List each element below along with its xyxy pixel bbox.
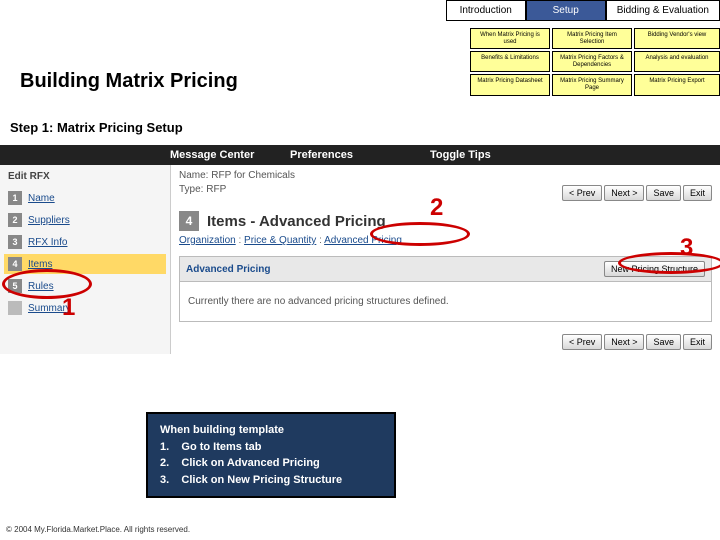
- step-heading: Step 1: Matrix Pricing Setup: [10, 120, 183, 135]
- panel-title: Advanced Pricing: [186, 264, 270, 275]
- instruction-1: 1. Go to Items tab: [160, 439, 382, 456]
- left-nav: Edit RFX 1 Name 2 Suppliers 3 RFX Info 4 Ite…: [0, 165, 170, 354]
- header-toggle-tips[interactable]: Toggle Tips: [430, 149, 491, 161]
- save-button[interactable]: Save: [646, 185, 681, 201]
- breadcrumb: Organization : Price & Quantity : Advanc…: [179, 235, 712, 246]
- section-num: 4: [179, 211, 199, 231]
- nav-num: 3: [8, 235, 22, 249]
- instruction-box: When building template 1. Go to Items ta…: [146, 412, 396, 498]
- instruction-3: 3. Click on New Pricing Structure: [160, 472, 382, 489]
- nav-name[interactable]: 1 Name: [4, 188, 166, 208]
- subcell[interactable]: Matrix Pricing Datasheet: [470, 74, 550, 95]
- subcell[interactable]: Benefits & Limitations: [470, 51, 550, 72]
- nav-suppliers[interactable]: 2 Suppliers: [4, 210, 166, 230]
- callout-num-2: 2: [430, 194, 443, 222]
- type-label: Type:: [179, 184, 203, 195]
- nav-link: Items: [28, 259, 52, 270]
- nav-num: 5: [8, 279, 22, 293]
- panel-body: Currently there are no advanced pricing …: [179, 282, 712, 322]
- subcell[interactable]: Analysis and evaluation: [634, 51, 720, 72]
- nav-rules[interactable]: 5 Rules: [4, 276, 166, 296]
- panel-header: Advanced Pricing New Pricing Structure: [179, 256, 712, 282]
- nav-link: Name: [28, 193, 55, 204]
- header-preferences[interactable]: Preferences: [290, 149, 430, 161]
- main-panel: Name: RFP for Chemicals Type: RFP < Prev…: [170, 165, 720, 354]
- app-screenshot: Message Center Preferences Toggle Tips E…: [0, 145, 720, 354]
- edit-label: Edit RFX: [4, 171, 166, 182]
- section-title: Items - Advanced Pricing: [207, 213, 386, 230]
- subcell[interactable]: Matrix Pricing Item Selection: [552, 28, 632, 49]
- crumb-organization[interactable]: Organization: [179, 235, 236, 246]
- top-tabs: Introduction Setup Bidding & Evaluation: [0, 0, 720, 21]
- nav-rfx-info[interactable]: 3 RFX Info: [4, 232, 166, 252]
- name-value: RFP for Chemicals: [211, 170, 295, 181]
- exit-button[interactable]: Exit: [683, 185, 712, 201]
- tab-introduction[interactable]: Introduction: [446, 0, 526, 21]
- prev-button[interactable]: < Prev: [562, 334, 602, 350]
- nav-num: [8, 301, 22, 315]
- button-row-top: < Prev Next > Save Exit: [562, 185, 712, 201]
- tab-bidding-evaluation[interactable]: Bidding & Evaluation: [606, 0, 720, 21]
- subtopic-grid: When Matrix Pricing is used Matrix Prici…: [470, 28, 720, 96]
- nav-link: Rules: [28, 281, 54, 292]
- exit-button[interactable]: Exit: [683, 334, 712, 350]
- save-button[interactable]: Save: [646, 334, 681, 350]
- crumb-advanced-pricing[interactable]: Advanced Pricing: [324, 235, 402, 246]
- subcell[interactable]: Matrix Pricing Export: [634, 74, 720, 95]
- subcell[interactable]: Matrix Pricing Summary Page: [552, 74, 632, 95]
- next-button[interactable]: Next >: [604, 185, 644, 201]
- nav-num: 4: [8, 257, 22, 271]
- nav-items[interactable]: 4 Items: [4, 254, 166, 274]
- header-message-center[interactable]: Message Center: [170, 149, 290, 161]
- instruction-head: When building template: [160, 422, 382, 439]
- callout-num-1: 1: [62, 294, 75, 322]
- type-value: RFP: [206, 184, 226, 195]
- next-button[interactable]: Next >: [604, 334, 644, 350]
- nav-link: Suppliers: [28, 215, 70, 226]
- crumb-price-quantity[interactable]: Price & Quantity: [244, 235, 316, 246]
- prev-button[interactable]: < Prev: [562, 185, 602, 201]
- page-title: Building Matrix Pricing: [20, 70, 238, 93]
- callout-num-3: 3: [680, 234, 693, 262]
- app-header: Message Center Preferences Toggle Tips: [0, 145, 720, 165]
- copyright: © 2004 My.Florida.Market.Place. All righ…: [6, 525, 190, 534]
- name-label: Name:: [179, 170, 208, 181]
- subcell[interactable]: Bidding Vendor's view: [634, 28, 720, 49]
- nav-link: RFX Info: [28, 237, 67, 248]
- button-row-bottom: < Prev Next > Save Exit: [179, 334, 712, 350]
- tab-setup[interactable]: Setup: [526, 0, 606, 21]
- nav-num: 1: [8, 191, 22, 205]
- subcell[interactable]: When Matrix Pricing is used: [470, 28, 550, 49]
- nav-num: 2: [8, 213, 22, 227]
- section-header: 4 Items - Advanced Pricing: [179, 211, 712, 231]
- instruction-2: 2. Click on Advanced Pricing: [160, 455, 382, 472]
- subcell[interactable]: Matrix Pricing Factors & Dependencies: [552, 51, 632, 72]
- nav-summary[interactable]: Summary: [4, 298, 166, 318]
- new-pricing-structure-button[interactable]: New Pricing Structure: [604, 261, 705, 277]
